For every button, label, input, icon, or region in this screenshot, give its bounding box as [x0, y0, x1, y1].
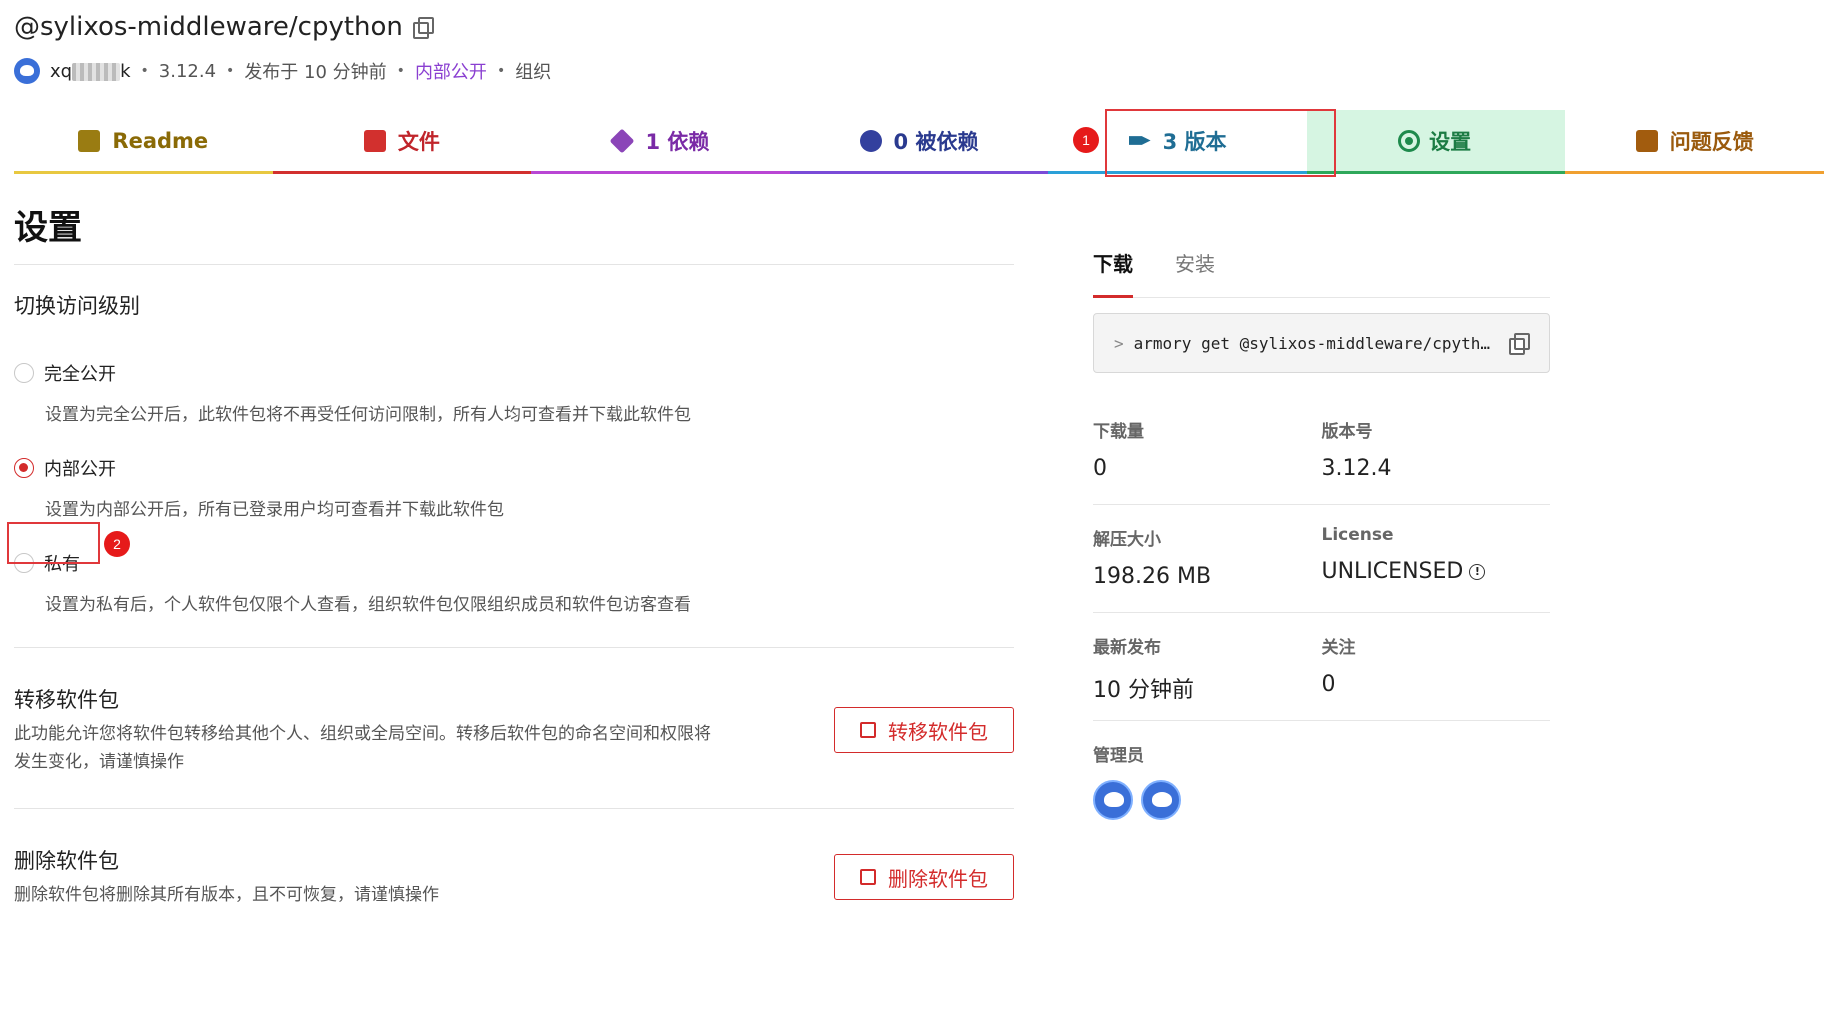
- admin-list: [1093, 780, 1322, 820]
- package-title-row: @sylixos-middleware/cpython: [14, 8, 1837, 46]
- tab-settings[interactable]: 设置: [1306, 110, 1566, 174]
- stat-latest: 最新发布 10 分钟前: [1093, 638, 1194, 703]
- divider: [14, 647, 1014, 648]
- tab-download[interactable]: 下载: [1093, 240, 1133, 298]
- cube-icon: [610, 128, 635, 153]
- radio-public[interactable]: 完全公开: [14, 360, 1014, 386]
- copy-icon[interactable]: [412, 17, 434, 39]
- stat-version: 版本号 3.12.4: [1321, 422, 1392, 481]
- annotation-badge-1: 1: [1073, 127, 1099, 153]
- divider: [14, 264, 1014, 265]
- package-sidebar: 下载 安装 > armory get @sylixos-middleware/cp…: [1093, 240, 1550, 829]
- annotation-box-private: [7, 522, 100, 564]
- gear-icon: [1398, 129, 1421, 152]
- transfer-icon: [860, 722, 876, 738]
- published-text: 发布于 10 分钟前: [244, 62, 387, 83]
- sidebar-tabs: 下载 安装: [1093, 240, 1550, 298]
- info-icon[interactable]: !: [1469, 563, 1486, 580]
- radio-private[interactable]: 私有: [14, 550, 1014, 576]
- annotation-badge-2: 2: [104, 531, 130, 557]
- transfer-section: 转移软件包 此功能允许您将软件包转移给其他个人、组织或全局空间。转移后软件包的命…: [14, 684, 1014, 776]
- annotation-box-settings: [1105, 109, 1336, 177]
- command-box: > armory get @sylixos-middleware/cpyth…: [1093, 313, 1550, 373]
- tab-files[interactable]: 文件: [272, 110, 532, 174]
- stat-row: 最新发布 10 分钟前 关注 0: [1093, 613, 1550, 721]
- delete-title: 删除软件包: [14, 849, 119, 873]
- transfer-button[interactable]: 转移软件包: [834, 707, 1014, 753]
- blurred-text: [72, 62, 121, 81]
- owner-type: 组织: [515, 62, 552, 83]
- tab-install[interactable]: 安装: [1175, 240, 1215, 297]
- transfer-title: 转移软件包: [14, 688, 119, 712]
- radio-button[interactable]: [14, 363, 34, 383]
- issue-file-icon: [1635, 129, 1658, 152]
- stat-admins: 管理员: [1093, 741, 1322, 829]
- command-text: armory get @sylixos-middleware/cpyth…: [1133, 333, 1491, 353]
- author-name[interactable]: xq k: [50, 61, 131, 82]
- option-description: 设置为私有后，个人软件包仅限个人查看，组织软件包仅限组织成员和软件包访客查看: [45, 595, 691, 615]
- stat-follow: 关注 0: [1321, 638, 1356, 697]
- delete-description: 删除软件包将删除其所有版本，且不可恢复，请谨慎操作: [14, 885, 439, 905]
- package-meta: xq k • 3.12.4 • 发布于 10 分钟前 • 内部公开 • 组织: [14, 54, 1837, 88]
- package-header: @sylixos-middleware/cpython xq k • 3.12.4…: [14, 8, 1837, 88]
- delete-section: 删除软件包 删除软件包将删除其所有版本，且不可恢复，请谨慎操作 删除软件包: [14, 845, 1014, 909]
- stat-downloads: 下载量 0: [1093, 422, 1144, 481]
- tab-issues[interactable]: 问题反馈: [1565, 110, 1825, 174]
- prompt-icon: >: [1114, 333, 1124, 353]
- stat-size: 解压大小 198.26 MB: [1093, 530, 1212, 589]
- stat-row: 下载量 0 版本号 3.12.4: [1093, 397, 1550, 505]
- transfer-description: 此功能允许您将软件包转移给其他个人、组织或全局空间。转移后软件包的命名空间和权限…: [14, 724, 711, 772]
- visibility-badge: 内部公开: [414, 62, 487, 83]
- page-title: 设置: [14, 208, 82, 248]
- avatar[interactable]: [14, 58, 40, 84]
- stat-row: 管理员: [1093, 721, 1550, 829]
- package-tabs: Readme 文件 1 依赖 0 被依赖 3 版本 设置 问题反馈: [14, 110, 1825, 174]
- access-option-public: 完全公开 设置为完全公开后，此软件包将不再受任何访问限制，所有人均可查看并下载此…: [14, 360, 1014, 425]
- tab-dependents[interactable]: 0 被依赖: [789, 110, 1049, 174]
- access-option-internal: 内部公开 设置为内部公开后，所有已登录用户均可查看并下载此软件包: [14, 455, 1014, 520]
- file-code-icon: [363, 129, 386, 152]
- stat-row: 解压大小 198.26 MB License UNLICENSED !: [1093, 505, 1550, 613]
- package-title: @sylixos-middleware/cpython: [14, 12, 403, 42]
- trash-icon: [860, 869, 876, 885]
- package-stats: 下载量 0 版本号 3.12.4 解压大小 198.26 MB License …: [1093, 397, 1550, 829]
- tab-dependencies[interactable]: 1 依赖: [531, 110, 790, 174]
- tab-readme[interactable]: Readme: [14, 110, 273, 174]
- settings-main: 设置 切换访问级别 完全公开 设置为完全公开后，此软件包将不再受任何访问限制，所…: [14, 200, 1014, 909]
- access-level-heading: 切换访问级别: [14, 294, 140, 318]
- version-text: 3.12.4: [158, 60, 217, 82]
- cubes-icon: [859, 129, 882, 152]
- divider: [14, 808, 1014, 809]
- access-option-private: 私有 设置为私有后，个人软件包仅限个人查看，组织软件包仅限组织成员和软件包访客查…: [14, 550, 1014, 615]
- option-description: 设置为完全公开后，此软件包将不再受任何访问限制，所有人均可查看并下载此软件包: [45, 405, 691, 425]
- delete-button[interactable]: 删除软件包: [834, 854, 1014, 900]
- readme-icon: [78, 129, 101, 152]
- stat-license: License UNLICENSED !: [1322, 525, 1551, 612]
- option-description: 设置为内部公开后，所有已登录用户均可查看并下载此软件包: [45, 500, 504, 520]
- avatar[interactable]: [1093, 780, 1133, 820]
- avatar[interactable]: [1141, 780, 1181, 820]
- copy-icon[interactable]: [1509, 333, 1530, 355]
- radio-internal[interactable]: 内部公开: [14, 455, 1014, 481]
- radio-button-checked[interactable]: [14, 458, 34, 478]
